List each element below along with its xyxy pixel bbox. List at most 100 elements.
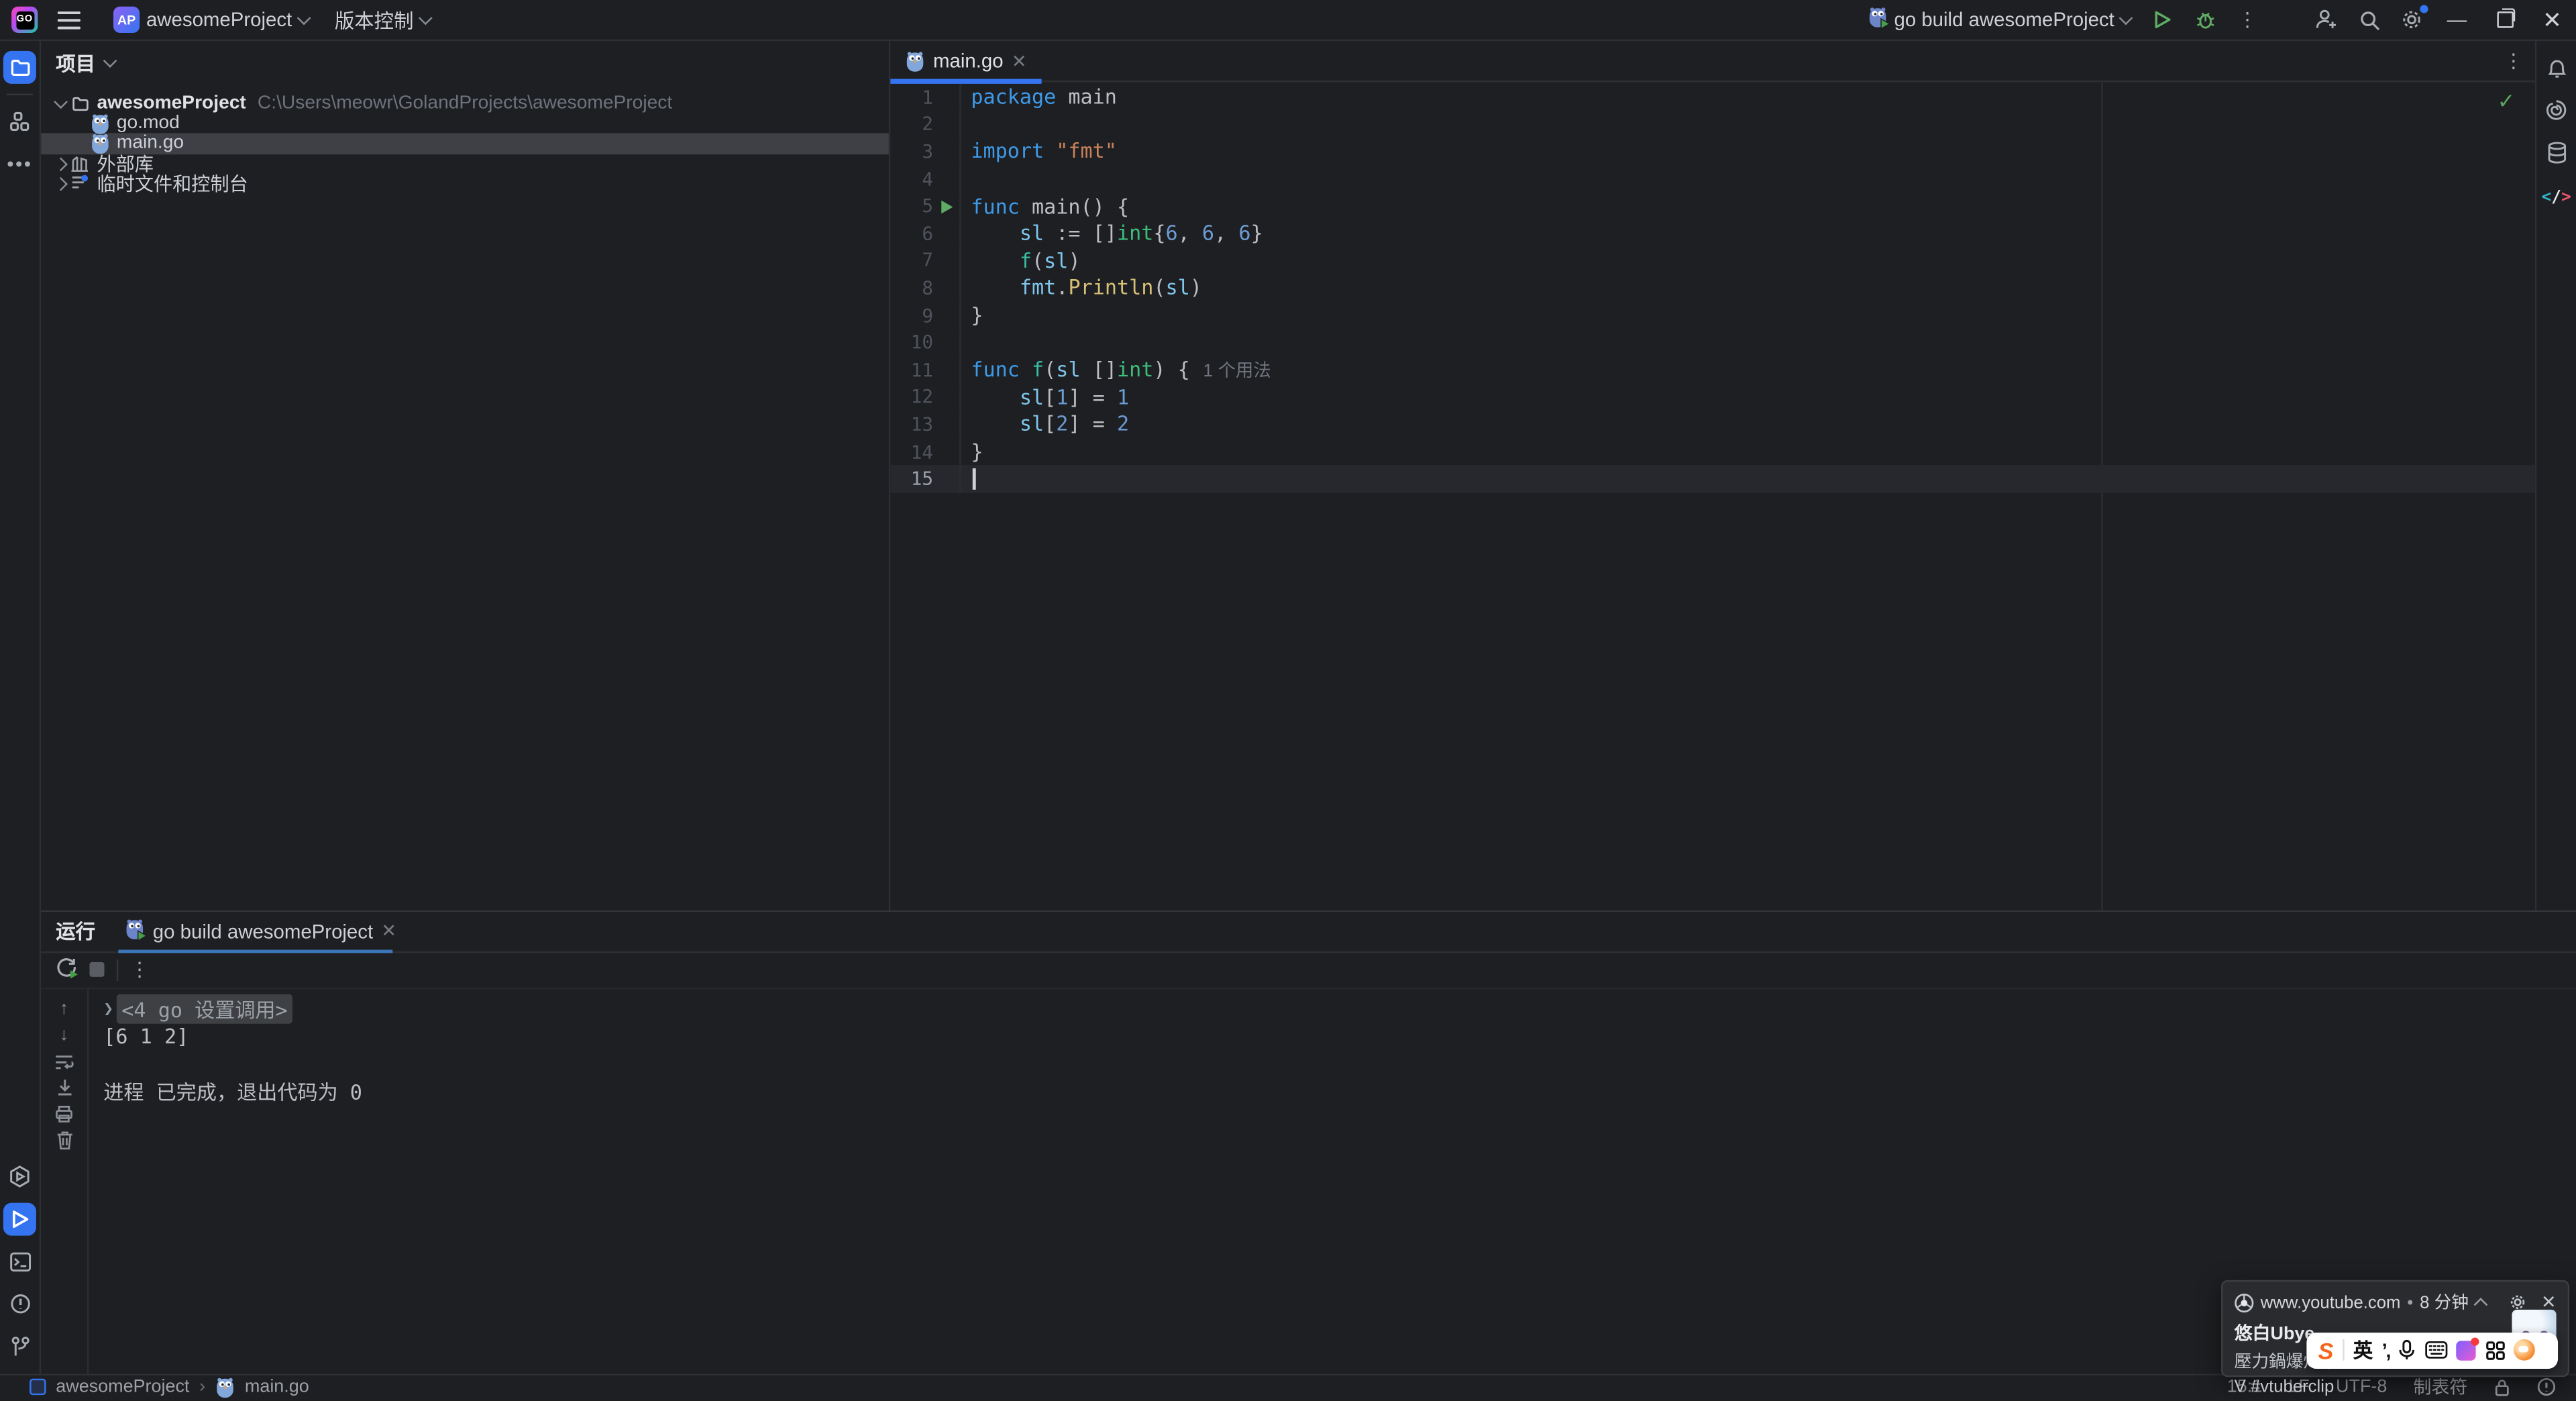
project-folder-icon[interactable] bbox=[3, 50, 36, 84]
code-line-10[interactable]: 10 bbox=[890, 329, 2534, 357]
project-widget[interactable]: AP awesomeProject bbox=[103, 3, 318, 37]
problems-icon[interactable] bbox=[3, 1288, 36, 1320]
run-tool-icon[interactable] bbox=[3, 1202, 36, 1235]
run-config-label: go build awesomeProject bbox=[1894, 8, 2114, 32]
arrow-up-icon[interactable]: ↑ bbox=[60, 998, 68, 1018]
tree-item---------[interactable]: 临时文件和控制台 bbox=[41, 174, 889, 195]
editor-area: main.go ✕ ⋮ 1 package main 2 3 import "fmt" 4… bbox=[890, 40, 2535, 911]
tab-close-icon[interactable]: ✕ bbox=[1012, 50, 1027, 71]
maximize-button[interactable] bbox=[2481, 0, 2528, 40]
left-tool-strip: ••• bbox=[0, 41, 42, 1373]
code-line-9[interactable]: 9} bbox=[890, 302, 2534, 329]
print-icon[interactable] bbox=[54, 1104, 74, 1123]
chevron-down-icon bbox=[2118, 10, 2133, 25]
ai-assistant-icon[interactable] bbox=[2540, 94, 2573, 127]
notifications-bell-icon[interactable] bbox=[2540, 51, 2573, 84]
project-widget-label: awesomeProject bbox=[146, 8, 292, 32]
breadcrumb-project[interactable]: awesomeProject bbox=[56, 1378, 189, 1397]
title-bar: GO AP awesomeProject 版本控制 go build aweso… bbox=[0, 0, 2576, 42]
version-control-icon[interactable] bbox=[3, 1331, 36, 1363]
inspections-ok-icon[interactable]: ✓ bbox=[2498, 89, 2516, 115]
tab-main-go[interactable]: main.go ✕ bbox=[890, 40, 1042, 83]
chevron-down-icon bbox=[296, 10, 311, 25]
add-user-button[interactable] bbox=[2305, 0, 2348, 40]
breadcrumb-file[interactable]: main.go bbox=[245, 1378, 309, 1397]
code-tags-icon[interactable]: </> bbox=[2540, 179, 2573, 212]
vcs-widget-label: 版本控制 bbox=[334, 9, 414, 32]
emoji-icon[interactable] bbox=[2514, 1339, 2535, 1361]
editor-body[interactable]: 1 package main 2 3 import "fmt" 4 5 func main()… bbox=[890, 82, 2535, 911]
toolbox-grid-icon[interactable] bbox=[2485, 1341, 2504, 1360]
tree-item-go-mod[interactable]: go.mod bbox=[41, 113, 889, 134]
minimize-button[interactable]: — bbox=[2433, 0, 2481, 40]
arrow-down-icon[interactable]: ↓ bbox=[60, 1026, 68, 1045]
console-output[interactable]: ❯ <4 go 设置调用> [6 1 2] 进程 已完成，退出代码为 0 bbox=[87, 988, 2576, 1373]
more-actions-button[interactable]: ⋮ bbox=[2226, 0, 2269, 40]
gopher-icon bbox=[89, 113, 110, 134]
scroll-to-end-icon[interactable] bbox=[55, 1078, 73, 1096]
sogou-logo[interactable]: S bbox=[2318, 1339, 2334, 1361]
notification-settings-icon[interactable] bbox=[2508, 1293, 2526, 1311]
run-tab-label: go build awesomeProject bbox=[152, 919, 374, 943]
clear-console-icon[interactable] bbox=[55, 1131, 73, 1151]
search-everywhere-button[interactable] bbox=[2348, 0, 2391, 40]
notification-line3: V #vtuberclip bbox=[2234, 1377, 2334, 1397]
run-tab-close-icon[interactable]: ✕ bbox=[381, 921, 396, 942]
tab-options-icon[interactable]: ⋮ bbox=[2492, 40, 2535, 81]
run-button[interactable] bbox=[2141, 0, 2184, 40]
library-icon bbox=[69, 155, 91, 173]
debug-button[interactable] bbox=[2184, 0, 2226, 40]
code-line-15[interactable]: 15 bbox=[890, 465, 2535, 493]
run-line-icon[interactable] bbox=[941, 199, 953, 213]
soft-wrap-icon[interactable] bbox=[54, 1053, 74, 1071]
close-button[interactable]: ✕ bbox=[2528, 0, 2576, 40]
services-icon[interactable] bbox=[3, 1159, 36, 1192]
vcs-widget[interactable]: 版本控制 bbox=[325, 3, 439, 37]
settings-button[interactable] bbox=[2390, 0, 2433, 40]
tree-item-main-go[interactable]: main.go bbox=[41, 134, 889, 154]
soft-keyboard-icon[interactable] bbox=[2424, 1341, 2447, 1359]
skin-icon[interactable] bbox=[2456, 1337, 2479, 1361]
chevron-down-icon bbox=[418, 10, 433, 25]
code-line-11[interactable]: 11 func f(sl [] int) {1 个用法 bbox=[890, 356, 2534, 384]
code-line-8[interactable]: 8 fmt. Println(sl) bbox=[890, 274, 2534, 303]
code-line-3[interactable]: 3 import "fmt" bbox=[890, 138, 2534, 166]
code-line-2[interactable]: 2 bbox=[890, 111, 2534, 139]
run-tab[interactable]: go build awesomeProject ✕ bbox=[112, 911, 410, 954]
project-panel-title[interactable]: 项目 bbox=[56, 48, 95, 76]
chevron-up-icon[interactable] bbox=[2473, 1296, 2487, 1311]
structure-icon[interactable] bbox=[3, 105, 36, 138]
more-tool-windows-icon[interactable]: ••• bbox=[3, 148, 36, 180]
console-line-2: [6 1 2] bbox=[103, 1025, 189, 1048]
code-line-4[interactable]: 4 bbox=[890, 165, 2534, 193]
database-icon[interactable] bbox=[2540, 136, 2573, 169]
stop-icon[interactable] bbox=[89, 962, 105, 978]
run-tool-window: 运行 go build awesomeProject ✕ ⋮ ↑ ↓ ❯ <4 … bbox=[41, 911, 2576, 1373]
tree-item-awesomeProject[interactable]: awesomeProject C:\Users\meowr\GolandProje… bbox=[41, 94, 889, 114]
goland-logo-icon[interactable]: GO bbox=[11, 6, 38, 33]
code-line-7[interactable]: 7 f(sl) bbox=[890, 247, 2534, 275]
code-line-14[interactable]: 14} bbox=[890, 438, 2534, 466]
ime-language-mode[interactable]: 英 bbox=[2353, 1337, 2373, 1365]
run-more-options-icon[interactable]: ⋮ bbox=[129, 958, 149, 981]
sogou-ime-toolbar[interactable]: S 英 ’, bbox=[2306, 1333, 2559, 1368]
rerun-icon[interactable] bbox=[56, 957, 78, 983]
run-panel-title[interactable]: 运行 bbox=[41, 917, 111, 945]
right-tool-strip: </> bbox=[2534, 41, 2576, 911]
code-line-13[interactable]: 13 sl[2] = 2 bbox=[890, 411, 2534, 439]
mic-icon[interactable] bbox=[2399, 1340, 2415, 1361]
project-tool-window: 项目 awesomeProject C:\Users\meowr\GolandPr… bbox=[41, 41, 891, 911]
run-config-gopher-icon bbox=[1868, 7, 1891, 33]
project-tree: awesomeProject C:\Users\meowr\GolandProje… bbox=[41, 94, 889, 195]
hamburger-icon[interactable] bbox=[48, 0, 91, 40]
code-line-6[interactable]: 6 sl := [] int{6, 6, 6} bbox=[890, 220, 2534, 248]
settings-notification-dot bbox=[2420, 4, 2428, 13]
code-line-12[interactable]: 12 sl[1] = 1 bbox=[890, 383, 2534, 411]
code-line-1[interactable]: 1 package main bbox=[890, 83, 2534, 111]
notification-site: www.youtube.com bbox=[2260, 1292, 2401, 1312]
terminal-icon[interactable] bbox=[3, 1245, 36, 1278]
run-configuration-widget[interactable]: go build awesomeProject bbox=[1858, 3, 2141, 37]
console-line-1[interactable]: ❯ <4 go 设置调用> bbox=[103, 994, 2576, 1024]
ime-punctuation-mode[interactable]: ’, bbox=[2382, 1339, 2392, 1361]
code-line-5[interactable]: 5 func main() { bbox=[890, 193, 2534, 221]
